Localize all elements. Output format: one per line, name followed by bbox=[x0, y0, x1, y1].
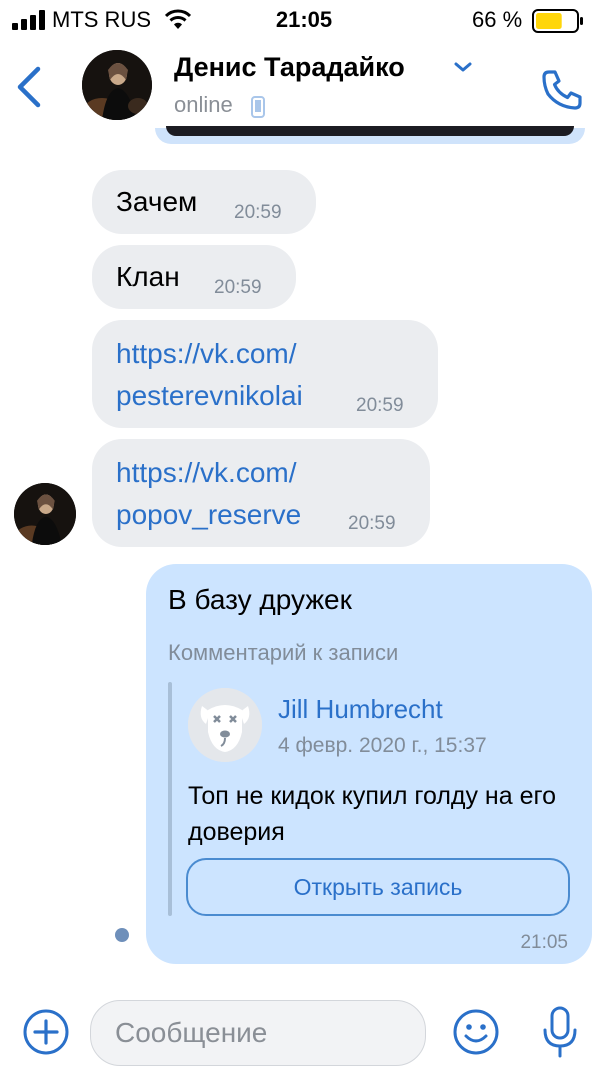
message-text: Зачем bbox=[116, 186, 198, 217]
unread-indicator bbox=[115, 928, 129, 942]
contact-name[interactable]: Денис Тарадайко bbox=[174, 52, 405, 83]
post-text: Топ не кидок купил голду на его доверия bbox=[188, 782, 556, 846]
back-icon[interactable] bbox=[14, 65, 44, 109]
battery-icon bbox=[532, 9, 583, 33]
message-composer bbox=[0, 992, 608, 1080]
post-author-avatar[interactable] bbox=[188, 688, 262, 762]
microphone-icon[interactable] bbox=[540, 1004, 580, 1060]
message-time: 20:59 bbox=[356, 395, 404, 416]
add-attachment-icon[interactable] bbox=[22, 1008, 70, 1056]
open-post-button[interactable]: Открыть запись bbox=[186, 858, 570, 916]
message-bubble-incoming[interactable]: https://vk.com/ pesterevnikolai 20:59 bbox=[92, 320, 438, 428]
message-bubble-incoming[interactable]: Клан 20:59 bbox=[92, 245, 296, 309]
quote-bar bbox=[168, 682, 172, 916]
chat-header: Денис Тарадайко online bbox=[0, 40, 608, 140]
attachment-caption: Комментарий к записи bbox=[168, 640, 399, 665]
sender-avatar[interactable] bbox=[14, 483, 76, 545]
message-input[interactable] bbox=[90, 1000, 426, 1066]
post-date: 4 февр. 2020 г., 15:37 bbox=[278, 734, 487, 757]
chevron-down-icon[interactable] bbox=[452, 60, 474, 74]
battery-percent: 66 % bbox=[472, 7, 523, 32]
avatar[interactable] bbox=[82, 50, 152, 120]
message-link[interactable]: https://vk.com/ bbox=[116, 453, 297, 493]
message-time: 21:05 bbox=[520, 932, 568, 953]
avatar-photo bbox=[82, 50, 152, 120]
message-text: Клан bbox=[116, 261, 180, 292]
avatar-photo bbox=[14, 483, 76, 545]
mobile-device-icon bbox=[251, 96, 265, 118]
message-time: 20:59 bbox=[348, 513, 396, 534]
call-icon[interactable] bbox=[540, 68, 584, 112]
post-author-name[interactable]: Jill Humbrecht bbox=[278, 694, 443, 725]
message-text: В базу дружек bbox=[168, 584, 352, 615]
message-bubble-incoming[interactable]: Зачем 20:59 bbox=[92, 170, 316, 234]
message-bubble-outgoing[interactable]: В базу дружек Комментарий к записи Jill … bbox=[146, 564, 592, 964]
message-link[interactable]: popov_reserve bbox=[116, 495, 301, 535]
message-link[interactable]: https://vk.com/ bbox=[116, 334, 297, 374]
message-time: 20:59 bbox=[234, 202, 282, 223]
deactivated-dog-icon bbox=[188, 688, 262, 762]
message-link[interactable]: pesterevnikolai bbox=[116, 376, 303, 416]
message-bubble-incoming[interactable]: https://vk.com/ popov_reserve 20:59 bbox=[92, 439, 430, 547]
message-time: 20:59 bbox=[214, 277, 262, 298]
emoji-icon[interactable] bbox=[452, 1008, 500, 1056]
attachment-preview-edge[interactable] bbox=[155, 126, 585, 144]
status-bar: MTS RUS 21:05 66 % bbox=[0, 0, 608, 40]
presence-status: online bbox=[174, 92, 233, 117]
